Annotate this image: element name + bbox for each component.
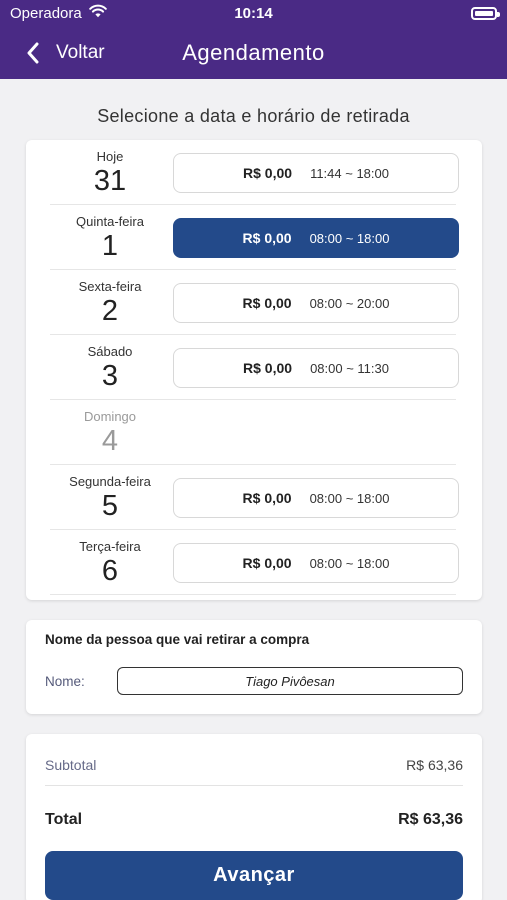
slot-price: R$ 0,00 <box>243 165 293 181</box>
slot-price: R$ 0,00 <box>243 360 293 376</box>
day-name: Sábado <box>87 344 133 359</box>
advance-button[interactable]: Avançar <box>45 851 463 900</box>
clock: 10:14 <box>234 5 273 22</box>
summary-card: Subtotal R$ 63,36 Total R$ 63,36 Avançar <box>26 734 482 900</box>
day-row-monday: Segunda-feira 5 R$ 0,00 08:00 ~ 18:00 <box>50 465 459 530</box>
slot-hours: 08:00 ~ 20:00 <box>309 295 390 311</box>
day-row-today: Hoje 31 R$ 0,00 11:44 ~ 18:00 <box>50 140 459 205</box>
divider <box>45 785 463 786</box>
day-number: 5 <box>101 490 119 522</box>
slot-price: R$ 0,00 <box>242 295 292 311</box>
day-name: Segunda-feira <box>69 474 151 489</box>
subtotal-label: Subtotal <box>45 757 97 773</box>
schedule-card: Hoje 31 R$ 0,00 11:44 ~ 18:00 Quinta-fei… <box>26 140 482 600</box>
day-name: Terça-feira <box>79 539 141 554</box>
day-row-tuesday: Terça-feira 6 R$ 0,00 08:00 ~ 18:00 <box>50 530 459 595</box>
status-bar: Operadora 10:14 <box>0 0 507 28</box>
slot-price: R$ 0,00 <box>242 555 292 571</box>
time-slot-button[interactable]: R$ 0,00 08:00 ~ 20:00 <box>173 283 459 323</box>
day-number: 1 <box>101 230 119 262</box>
header-bar: Operadora 10:14 Voltar Agendamento <box>0 0 507 79</box>
day-number: 2 <box>101 295 119 327</box>
time-slot-button[interactable]: R$ 0,00 08:00 ~ 18:00 <box>173 543 459 583</box>
day-row-saturday: Sábado 3 R$ 0,00 08:00 ~ 11:30 <box>50 335 459 400</box>
battery-icon <box>471 7 500 20</box>
page-title: Agendamento <box>182 40 325 65</box>
day-name: Quinta-feira <box>76 214 144 229</box>
slot-hours: 08:00 ~ 18:00 <box>309 555 390 571</box>
name-label: Nome: <box>45 674 85 689</box>
total-label: Total <box>45 811 83 828</box>
slot-price: R$ 0,00 <box>242 490 292 506</box>
slot-hours: 11:44 ~ 18:00 <box>310 165 389 181</box>
slot-price: R$ 0,00 <box>242 230 292 246</box>
day-number: 3 <box>101 360 119 392</box>
day-name: Sexta-feira <box>78 279 142 294</box>
day-row-friday: Sexta-feira 2 R$ 0,00 08:00 ~ 20:00 <box>50 270 459 335</box>
day-name: Domingo <box>83 409 137 424</box>
slot-hours: 08:00 ~ 18:00 <box>309 490 390 506</box>
pickup-heading: Nome da pessoa que vai retirar a compra <box>45 632 310 647</box>
time-slot-button[interactable]: R$ 0,00 11:44 ~ 18:00 <box>173 153 459 193</box>
day-number: 6 <box>101 555 119 587</box>
time-slot-button[interactable]: R$ 0,00 08:00 ~ 11:30 <box>173 348 459 388</box>
slot-hours: 08:00 ~ 18:00 <box>309 230 390 246</box>
day-number: 31 <box>93 165 127 197</box>
slot-hours: 08:00 ~ 11:30 <box>310 360 389 376</box>
schedule-heading: Selecione a data e horário de retirada <box>97 106 410 126</box>
day-row-sunday: Domingo 4 <box>50 400 456 465</box>
time-slot-button-selected[interactable]: R$ 0,00 08:00 ~ 18:00 <box>173 218 459 258</box>
total-value: R$ 63,36 <box>398 811 463 828</box>
subtotal-value: R$ 63,36 <box>406 757 463 773</box>
time-slot-button[interactable]: R$ 0,00 08:00 ~ 18:00 <box>173 478 459 518</box>
day-row-thursday: Quinta-feira 1 R$ 0,00 08:00 ~ 18:00 <box>50 205 459 270</box>
day-name: Hoje <box>96 149 124 164</box>
day-number: 4 <box>101 425 119 457</box>
name-input[interactable] <box>117 667 463 695</box>
pickup-card: Nome da pessoa que vai retirar a compra … <box>26 620 482 714</box>
